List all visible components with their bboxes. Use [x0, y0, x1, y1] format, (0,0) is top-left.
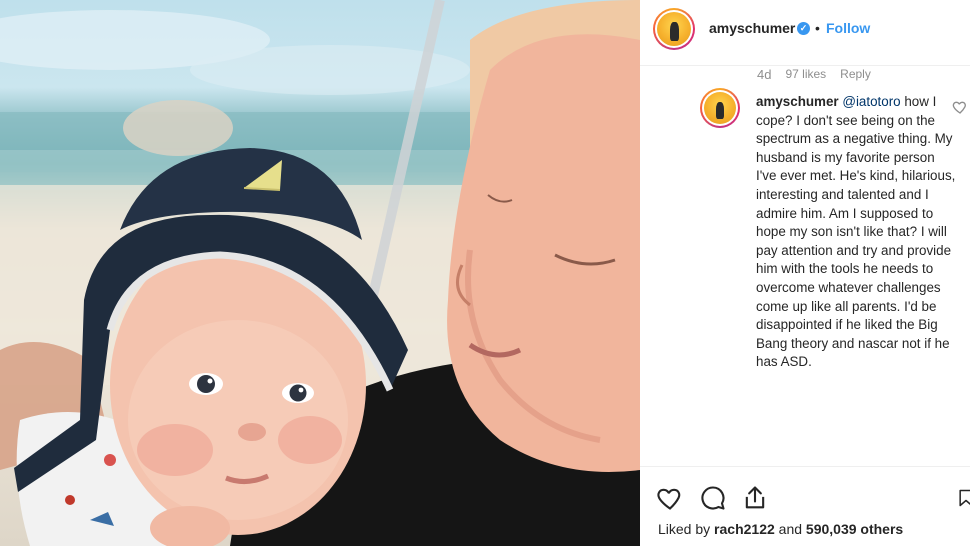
like-comment-icon[interactable]: [952, 99, 968, 115]
header-separator: •: [815, 20, 820, 36]
verified-icon: ✓: [797, 22, 810, 35]
comment-likes[interactable]: 97 likes: [785, 67, 826, 82]
comment-text: how I cope? I don't see being on the spe…: [756, 94, 956, 370]
comment-time[interactable]: 4d: [757, 67, 771, 82]
follow-button[interactable]: Follow: [826, 20, 870, 36]
likes-summary: Liked by rach2122 and 590,039 others: [658, 521, 903, 537]
reply-button[interactable]: Reply: [840, 67, 871, 82]
comment-username[interactable]: amyschumer: [756, 94, 839, 109]
comment-body: amyschumer @iatotoro how I cope? I don't…: [756, 93, 956, 372]
post-sidebar: amyschumer ✓ • Follow 4d 97 likes Reply …: [640, 0, 970, 546]
comment-icon[interactable]: [699, 484, 727, 512]
post-photo[interactable]: [0, 0, 640, 546]
likes-middle: and: [778, 521, 803, 537]
post-header: amyschumer ✓ • Follow: [640, 0, 970, 66]
comment-avatar[interactable]: [700, 88, 740, 128]
comment-meta-row: 4d 97 likes Reply: [757, 67, 871, 82]
likes-user[interactable]: rach2122: [714, 521, 775, 537]
author-username[interactable]: amyschumer: [709, 20, 795, 36]
share-icon[interactable]: [741, 484, 769, 512]
comment-mention[interactable]: @iatotoro: [842, 94, 900, 109]
heart-icon[interactable]: [656, 484, 684, 512]
likes-count[interactable]: 590,039 others: [806, 521, 903, 537]
author-avatar[interactable]: [653, 8, 695, 50]
bookmark-icon[interactable]: [956, 484, 970, 512]
likes-prefix: Liked by: [658, 521, 711, 537]
photo-illustration: [0, 0, 640, 546]
